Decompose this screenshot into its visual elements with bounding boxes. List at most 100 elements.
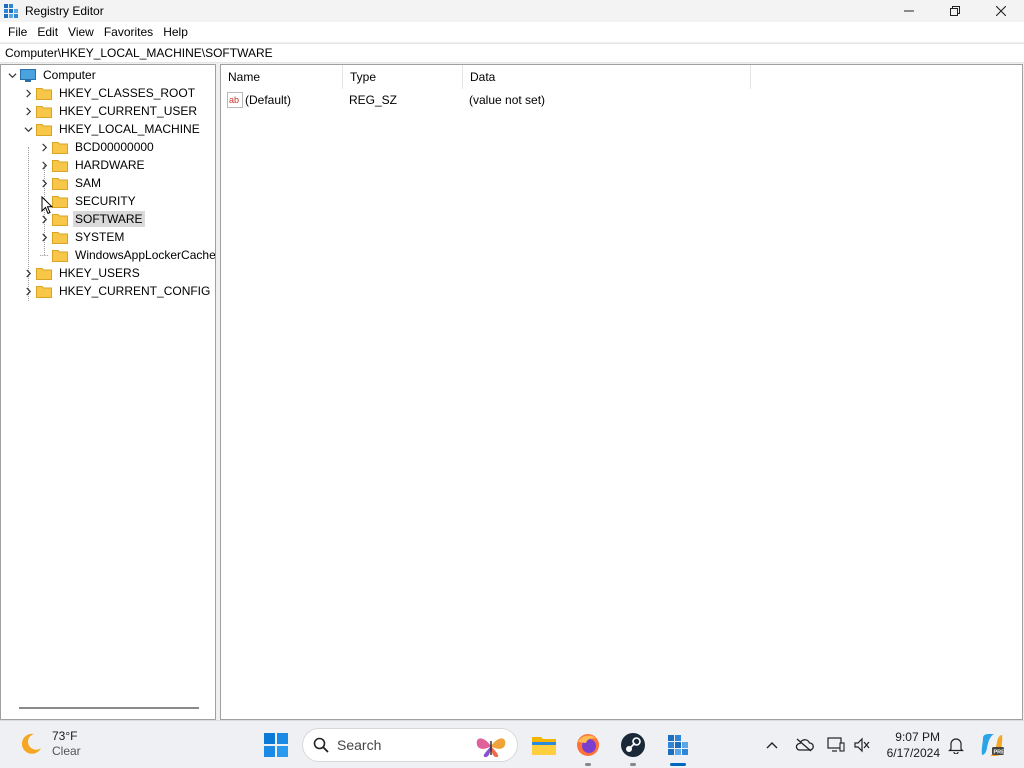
notifications-button[interactable]	[944, 735, 968, 755]
active-app-indicator	[670, 763, 686, 766]
chevron-right-icon[interactable]	[21, 282, 35, 300]
horizontal-scrollbar[interactable]	[19, 707, 199, 709]
tree-node-label: WindowsAppLockerCache	[75, 248, 216, 262]
taskbar-search[interactable]: Search	[302, 728, 518, 762]
tree-node-computer[interactable]: Computer	[5, 66, 98, 84]
menu-help[interactable]: Help	[158, 22, 193, 42]
title-bar[interactable]: Registry Editor	[0, 0, 1024, 22]
butterfly-search-highlight-icon	[476, 738, 506, 757]
folder-icon	[52, 141, 68, 154]
chevron-right-icon[interactable]	[37, 156, 51, 174]
minimize-button[interactable]	[886, 0, 932, 22]
registry-editor-window: Registry Editor File Edit View Favorites…	[0, 0, 1024, 720]
folder-icon	[52, 177, 68, 190]
tree-node-label: SAM	[75, 176, 102, 190]
clock-date: 6/17/2024	[886, 746, 940, 760]
tree-node-hkey-current-user[interactable]: HKEY_CURRENT_USER	[21, 102, 199, 120]
chevron-right-icon[interactable]	[21, 102, 35, 120]
weather-widget[interactable]: 73°F Clear	[18, 729, 81, 759]
steam-app[interactable]	[617, 729, 649, 766]
running-indicator	[585, 763, 591, 766]
maximize-button[interactable]	[932, 0, 978, 22]
tree-node-system[interactable]: SYSTEM	[37, 228, 126, 246]
column-header-name[interactable]: Name	[221, 65, 343, 89]
menu-bar: File Edit View Favorites Help	[0, 22, 1024, 42]
tree-node-sam[interactable]: SAM	[37, 174, 103, 192]
chevron-down-icon[interactable]	[5, 66, 19, 84]
chevron-right-icon[interactable]	[37, 174, 51, 192]
tree-node-hkey-users[interactable]: HKEY_USERS	[21, 264, 142, 282]
tree-node-label: SYSTEM	[75, 230, 125, 244]
tree-node-label: HKEY_CURRENT_USER	[59, 104, 198, 118]
tree-node-label: HKEY_CLASSES_ROOT	[59, 86, 196, 100]
value-data: (value not set)	[469, 93, 546, 107]
key-tree-pane[interactable]: Computer HKEY_CLASSES_ROOT HKEY_CURRENT_…	[0, 64, 216, 720]
column-header-data[interactable]: Data	[463, 65, 751, 89]
chevron-right-icon[interactable]	[37, 228, 51, 246]
start-button[interactable]	[262, 731, 290, 759]
svg-text:PRE: PRE	[994, 750, 1006, 756]
clock-time: 9:07 PM	[895, 730, 940, 744]
computer-icon	[20, 68, 36, 82]
mouse-cursor-icon	[41, 196, 53, 215]
running-indicator	[630, 763, 636, 766]
string-value-icon: ab	[227, 92, 243, 108]
chevron-up-icon	[766, 742, 778, 749]
bell-icon	[948, 738, 964, 754]
tree-node-hkey-current-config[interactable]: HKEY_CURRENT_CONFIG	[21, 282, 212, 300]
speaker-muted-icon	[854, 737, 870, 753]
chevron-right-icon[interactable]	[37, 138, 51, 156]
firefox-app[interactable]	[572, 729, 604, 766]
copilot-button[interactable]: PRE	[976, 729, 1008, 761]
network-icon	[827, 737, 845, 752]
moon-icon	[21, 733, 41, 754]
values-list-pane[interactable]: Name Type Data ab (Default) REG_SZ (valu…	[220, 64, 1023, 720]
folder-icon	[52, 195, 68, 208]
folder-icon	[36, 105, 52, 118]
folder-icon	[52, 231, 68, 244]
file-explorer-app[interactable]	[528, 729, 560, 761]
tree-node-hkey-local-machine[interactable]: HKEY_LOCAL_MACHINE	[21, 120, 202, 138]
search-placeholder: Search	[337, 737, 382, 753]
tree-node-label: HKEY_LOCAL_MACHINE	[59, 122, 200, 136]
folder-icon	[52, 213, 68, 226]
menu-favorites[interactable]: Favorites	[99, 22, 158, 42]
svg-text:ab: ab	[229, 95, 239, 105]
folder-icon	[36, 87, 52, 100]
tree-node-label: SECURITY	[75, 194, 136, 208]
window-title: Registry Editor	[25, 4, 104, 18]
taskbar-clock[interactable]: 9:07 PM 6/17/2024	[878, 729, 940, 761]
copilot-icon: PRE	[981, 734, 1006, 756]
cloud-offline-icon	[795, 738, 814, 752]
tree-node-label: HKEY_USERS	[59, 266, 140, 280]
tree-node-software[interactable]: SOFTWARE	[37, 210, 145, 228]
tree-node-label: HKEY_CURRENT_CONFIG	[59, 284, 211, 298]
folder-icon	[36, 285, 52, 298]
tree-node-hardware[interactable]: HARDWARE	[37, 156, 147, 174]
registry-editor-app[interactable]	[662, 729, 694, 766]
menu-view[interactable]: View	[63, 22, 99, 42]
chevron-down-icon[interactable]	[21, 120, 35, 138]
tree-leaf-spacer	[37, 246, 51, 264]
menu-file[interactable]: File	[3, 22, 32, 42]
tree-node-bcd00000000[interactable]: BCD00000000	[37, 138, 156, 156]
column-header-type[interactable]: Type	[343, 65, 463, 89]
onedrive-tray-button[interactable]	[792, 735, 816, 755]
address-bar[interactable]: Computer\HKEY_LOCAL_MACHINE\SOFTWARE	[0, 43, 1024, 63]
menu-edit[interactable]: Edit	[32, 22, 63, 42]
show-hidden-icons-button[interactable]	[760, 735, 784, 755]
search-icon	[313, 737, 329, 753]
close-button[interactable]	[978, 0, 1024, 22]
chevron-right-icon[interactable]	[21, 84, 35, 102]
tree-node-windowsapplockercache[interactable]: WindowsAppLockerCache	[37, 246, 216, 264]
network-tray-button[interactable]	[824, 735, 848, 755]
chevron-right-icon[interactable]	[21, 264, 35, 282]
value-row[interactable]: ab (Default) REG_SZ (value not set)	[221, 91, 761, 109]
tree-node-hkey-classes-root[interactable]: HKEY_CLASSES_ROOT	[21, 84, 197, 102]
folder-icon	[52, 249, 68, 262]
volume-tray-button[interactable]	[850, 735, 874, 755]
steam-icon	[621, 733, 645, 757]
folder-icon	[36, 267, 52, 280]
registry-editor-icon	[668, 735, 688, 755]
folder-icon	[52, 159, 68, 172]
